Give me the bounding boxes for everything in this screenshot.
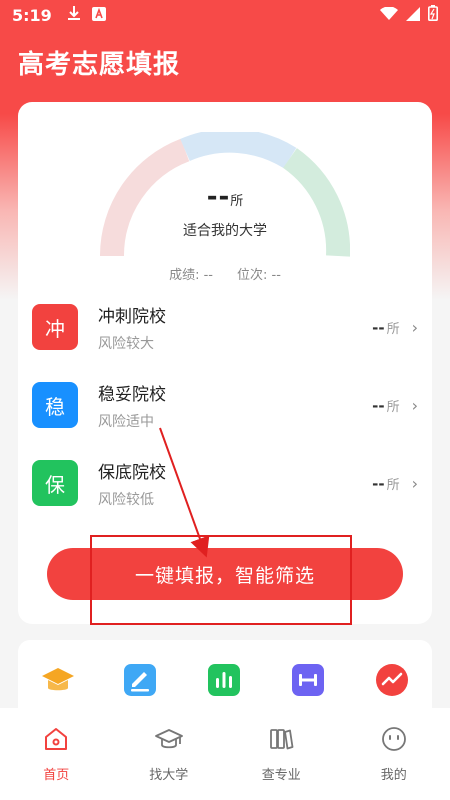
status-time: 5:19	[12, 5, 52, 25]
category-subtitle: 风险较低	[98, 491, 154, 508]
category-title: 冲刺院校	[98, 306, 166, 327]
bottom-tab-bar: 首页 找大学 查专业 我的	[0, 708, 450, 800]
steady-icon: 稳	[32, 382, 78, 428]
category-row-rush[interactable]: 冲 冲刺院校 风险较大 -- 所 ›	[32, 297, 418, 357]
tab-check-major[interactable]: 查专业	[225, 708, 338, 800]
trend-icon[interactable]	[374, 662, 410, 698]
category-title: 保底院校	[98, 462, 166, 483]
app-notification-icon	[91, 6, 106, 25]
graduation-cap-icon[interactable]	[40, 662, 76, 698]
smiley-icon	[381, 727, 406, 751]
score-rank-row: 成绩: -- 位次: --	[18, 264, 432, 283]
tab-label: 首页	[43, 768, 70, 783]
category-count: --	[372, 396, 385, 415]
annotation-highlight-box	[90, 535, 352, 625]
chevron-right-icon: ›	[411, 317, 418, 337]
wifi-icon	[380, 5, 398, 25]
books-icon	[270, 729, 294, 750]
ruler-icon[interactable]	[290, 662, 326, 698]
category-row-safe[interactable]: 保 保底院校 风险较低 -- 所 ›	[32, 453, 418, 513]
download-icon	[66, 5, 82, 25]
gauge-count: --所	[18, 182, 432, 212]
category-subtitle: 风险适中	[98, 413, 154, 430]
rush-icon: 冲	[32, 304, 78, 350]
signal-icon	[406, 6, 420, 25]
graduation-cap-icon	[154, 729, 183, 749]
category-subtitle: 风险较大	[98, 335, 154, 352]
page-title: 高考志愿填报	[18, 50, 181, 80]
rank-label: 位次: --	[237, 268, 281, 283]
gauge-count-unit: 所	[230, 194, 244, 209]
category-unit: 所	[386, 321, 400, 337]
edit-icon[interactable]	[122, 662, 158, 698]
category-count: --	[372, 474, 385, 493]
gauge-caption: 适合我的大学	[183, 223, 267, 239]
safe-icon: 保	[32, 460, 78, 506]
score-label: 成绩: --	[169, 268, 213, 283]
status-bar: 5:19	[0, 0, 450, 30]
home-icon	[45, 728, 68, 750]
tab-find-university[interactable]: 找大学	[113, 708, 226, 800]
category-count: --	[372, 318, 385, 337]
category-unit: 所	[386, 399, 400, 415]
tab-mine[interactable]: 我的	[338, 708, 450, 800]
tab-label: 查专业	[261, 768, 301, 783]
category-title: 稳妥院校	[98, 384, 166, 405]
chevron-right-icon: ›	[411, 473, 418, 493]
chevron-right-icon: ›	[411, 395, 418, 415]
gauge-count-value: --	[206, 182, 231, 212]
tab-label: 找大学	[149, 768, 189, 783]
category-row-steady[interactable]: 稳 稳妥院校 风险适中 -- 所 ›	[32, 375, 418, 435]
battery-icon	[428, 5, 438, 25]
tab-label: 我的	[380, 768, 407, 783]
tab-home[interactable]: 首页	[0, 708, 113, 800]
bar-chart-icon[interactable]	[206, 662, 242, 698]
category-unit: 所	[386, 477, 400, 493]
